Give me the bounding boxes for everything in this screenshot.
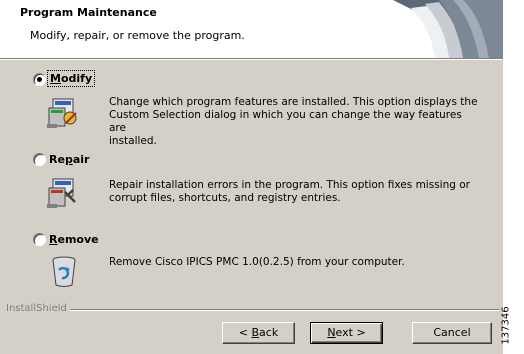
remove-description-line: Remove Cisco IPICS PMC 1.0(0.2.5) from y… <box>109 256 405 268</box>
repair-radio[interactable] <box>33 153 46 166</box>
cancel-button[interactable]: Cancel <box>412 322 492 344</box>
footer-separator-highlight <box>68 310 499 311</box>
remove-label[interactable]: Remove <box>49 233 99 246</box>
modify-label-focus: Modify <box>46 70 96 87</box>
modify-description-line: installed. <box>109 135 157 147</box>
repair-label-prefix: Re <box>49 153 65 166</box>
modify-program-icon <box>47 98 77 128</box>
repair-description: Repair installation errors in the progra… <box>109 179 479 205</box>
program-maintenance-dialog: Program Maintenance Modify, repair, or r… <box>0 0 503 354</box>
back-button-accel: B <box>251 326 260 339</box>
repair-label[interactable]: Repair <box>49 153 89 166</box>
next-button-rest: ext > <box>335 326 366 339</box>
modify-description-line: Change which program features are instal… <box>109 96 478 108</box>
dialog-header: Program Maintenance Modify, repair, or r… <box>0 0 503 58</box>
modify-description: Change which program features are instal… <box>109 96 479 148</box>
back-button[interactable]: < Back <box>222 322 295 344</box>
figure-id: 137346 <box>501 300 521 354</box>
modify-label-accel: M <box>50 72 61 85</box>
header-separator-highlight <box>0 59 503 60</box>
figure-id-text: 137346 <box>500 306 512 345</box>
back-button-prefix: < <box>238 326 252 339</box>
repair-description-line: Repair installation errors in the progra… <box>109 179 470 191</box>
repair-label-rest: air <box>72 153 90 166</box>
modify-label[interactable]: Modify <box>46 70 96 87</box>
repair-program-icon <box>47 178 76 208</box>
remove-radio[interactable] <box>33 233 46 246</box>
remove-description: Remove Cisco IPICS PMC 1.0(0.2.5) from y… <box>109 256 479 269</box>
modify-radio[interactable] <box>33 73 46 86</box>
back-button-rest: ack <box>259 326 279 339</box>
header-artwork-icon <box>393 0 503 58</box>
recycle-bin-icon <box>52 256 76 287</box>
next-button-accel: N <box>327 326 336 339</box>
next-button[interactable]: Next > <box>310 322 383 344</box>
modify-label-rest: odify <box>60 72 93 85</box>
page-title: Program Maintenance <box>20 6 157 19</box>
repair-description-line: corrupt files, shortcuts, and registry e… <box>109 192 341 204</box>
repair-label-accel: p <box>64 153 73 166</box>
installshield-brand: InstallShield <box>6 303 70 314</box>
page-subtitle: Modify, repair, or remove the program. <box>30 29 245 42</box>
modify-description-line: Custom Selection dialog in which you can… <box>109 109 462 134</box>
remove-label-rest: emove <box>57 233 99 246</box>
